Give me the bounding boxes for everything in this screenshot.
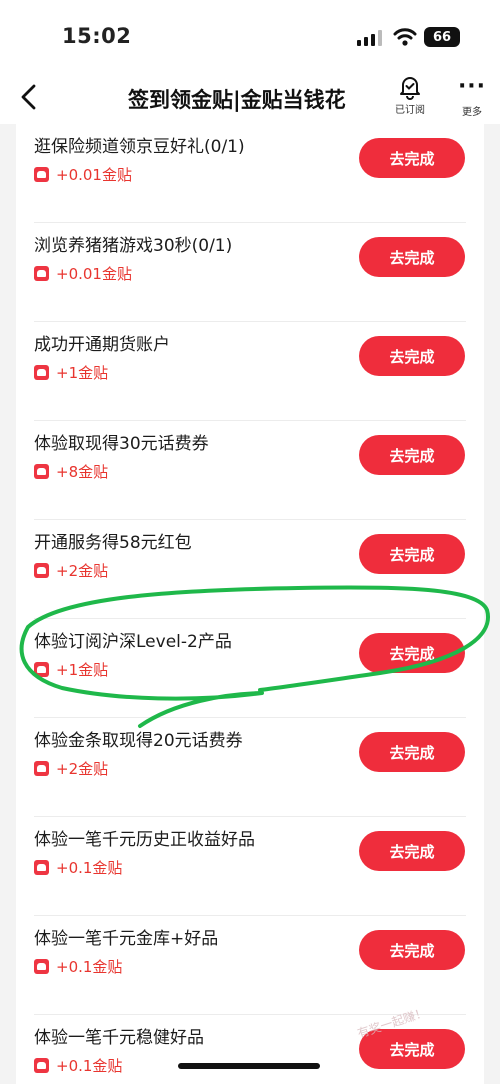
subscribe-label: 已订阅 bbox=[395, 105, 425, 116]
task-title: 体验一笔千元历史正收益好品 bbox=[34, 830, 255, 850]
task-item: 开通服务得58元红包 +2金贴 去完成 bbox=[16, 520, 484, 619]
task-reward: +8金贴 bbox=[34, 461, 108, 482]
go-complete-button[interactable]: 去完成 bbox=[359, 732, 465, 772]
task-item: 体验一笔千元金库+好品 +0.1金贴 去完成 bbox=[16, 916, 484, 1015]
task-item: 成功开通期货账户 +1金贴 去完成 bbox=[16, 322, 484, 421]
reward-text: +0.01金贴 bbox=[56, 265, 132, 283]
task-reward: +0.1金贴 bbox=[34, 1055, 122, 1076]
reward-text: +0.1金贴 bbox=[56, 958, 123, 976]
reward-text: +1金贴 bbox=[56, 661, 109, 679]
go-complete-button[interactable]: 去完成 bbox=[359, 435, 465, 475]
go-complete-button[interactable]: 去完成 bbox=[359, 930, 465, 970]
page-title: 签到领金贴|金贴当钱花 bbox=[128, 88, 346, 112]
task-title: 体验一笔千元金库+好品 bbox=[34, 929, 219, 949]
reward-text: +2金贴 bbox=[56, 562, 109, 580]
reward-text: +0.01金贴 bbox=[56, 166, 132, 184]
task-list: 逛保险频道领京豆好礼(0/1) +0.01金贴 去完成 浏览养猪猪游戏30秒(0… bbox=[16, 124, 484, 1084]
go-complete-button[interactable]: 去完成 bbox=[359, 534, 465, 574]
task-title: 体验金条取现得20元话费券 bbox=[34, 731, 243, 751]
reward-text: +8金贴 bbox=[56, 463, 109, 481]
status-bar: 15:02 66 bbox=[0, 0, 500, 72]
gold-coupon-icon bbox=[34, 959, 49, 974]
gold-coupon-icon bbox=[34, 662, 49, 677]
bell-check-icon bbox=[400, 77, 420, 100]
gold-coupon-icon bbox=[34, 761, 49, 776]
reward-text: +1金贴 bbox=[56, 364, 109, 382]
gold-coupon-icon bbox=[34, 266, 49, 281]
task-reward: +0.1金贴 bbox=[34, 956, 122, 977]
task-item: 逛保险频道领京豆好礼(0/1) +0.01金贴 去完成 bbox=[16, 124, 484, 223]
go-complete-button[interactable]: 去完成 bbox=[359, 336, 465, 376]
gold-coupon-icon bbox=[34, 167, 49, 182]
go-complete-button[interactable]: 去完成 bbox=[359, 831, 465, 871]
reward-text: +0.1金贴 bbox=[56, 859, 123, 877]
task-reward: +0.01金贴 bbox=[34, 263, 132, 284]
gold-coupon-icon bbox=[34, 860, 49, 875]
task-item: 浏览养猪猪游戏30秒(0/1) +0.01金贴 去完成 bbox=[16, 223, 484, 322]
task-item: 体验一笔千元稳健好品 +0.1金贴 去完成 bbox=[16, 1015, 484, 1084]
go-complete-button[interactable]: 去完成 bbox=[359, 633, 465, 673]
battery-icon: 66 bbox=[424, 27, 460, 47]
task-reward: +1金贴 bbox=[34, 659, 108, 680]
reward-text: +2金贴 bbox=[56, 760, 109, 778]
task-reward: +0.01金贴 bbox=[34, 164, 132, 185]
task-title: 浏览养猪猪游戏30秒(0/1) bbox=[34, 236, 233, 256]
gold-coupon-icon bbox=[34, 365, 49, 380]
task-reward: +0.1金贴 bbox=[34, 857, 122, 878]
status-time: 15:02 bbox=[62, 24, 132, 48]
task-reward: +2金贴 bbox=[34, 758, 108, 779]
task-reward: +1金贴 bbox=[34, 362, 108, 383]
task-title: 体验一笔千元稳健好品 bbox=[34, 1028, 204, 1048]
home-indicator bbox=[178, 1063, 320, 1069]
task-item: 体验一笔千元历史正收益好品 +0.1金贴 去完成 bbox=[16, 817, 484, 916]
task-reward: +2金贴 bbox=[34, 560, 108, 581]
back-arrow-icon[interactable] bbox=[16, 82, 42, 112]
task-item: 体验金条取现得20元话费券 +2金贴 去完成 bbox=[16, 718, 484, 817]
more-button[interactable]: ··· 更多 bbox=[455, 74, 489, 119]
signal-icon bbox=[357, 30, 382, 46]
task-item: 体验订阅沪深Level-2产品 +1金贴 去完成 bbox=[16, 619, 484, 718]
reward-text: +0.1金贴 bbox=[56, 1057, 123, 1075]
go-complete-button[interactable]: 去完成 bbox=[359, 237, 465, 277]
task-title: 逛保险频道领京豆好礼(0/1) bbox=[34, 137, 245, 157]
more-dots-icon: ··· bbox=[457, 74, 487, 99]
task-title: 体验订阅沪深Level-2产品 bbox=[34, 632, 232, 652]
nav-bar: 签到领金贴|金贴当钱花 已订阅 ··· 更多 bbox=[0, 72, 500, 124]
subscribe-button[interactable]: 已订阅 bbox=[393, 74, 427, 116]
task-item: 体验取现得30元话费券 +8金贴 去完成 bbox=[16, 421, 484, 520]
gold-coupon-icon bbox=[34, 563, 49, 578]
task-title: 开通服务得58元红包 bbox=[34, 533, 192, 553]
gold-coupon-icon bbox=[34, 1058, 49, 1073]
task-title: 成功开通期货账户 bbox=[34, 335, 170, 355]
go-complete-button[interactable]: 去完成 bbox=[359, 138, 465, 178]
wifi-icon bbox=[393, 28, 417, 46]
gold-coupon-icon bbox=[34, 464, 49, 479]
task-title: 体验取现得30元话费券 bbox=[34, 434, 209, 454]
more-label: 更多 bbox=[462, 107, 482, 118]
